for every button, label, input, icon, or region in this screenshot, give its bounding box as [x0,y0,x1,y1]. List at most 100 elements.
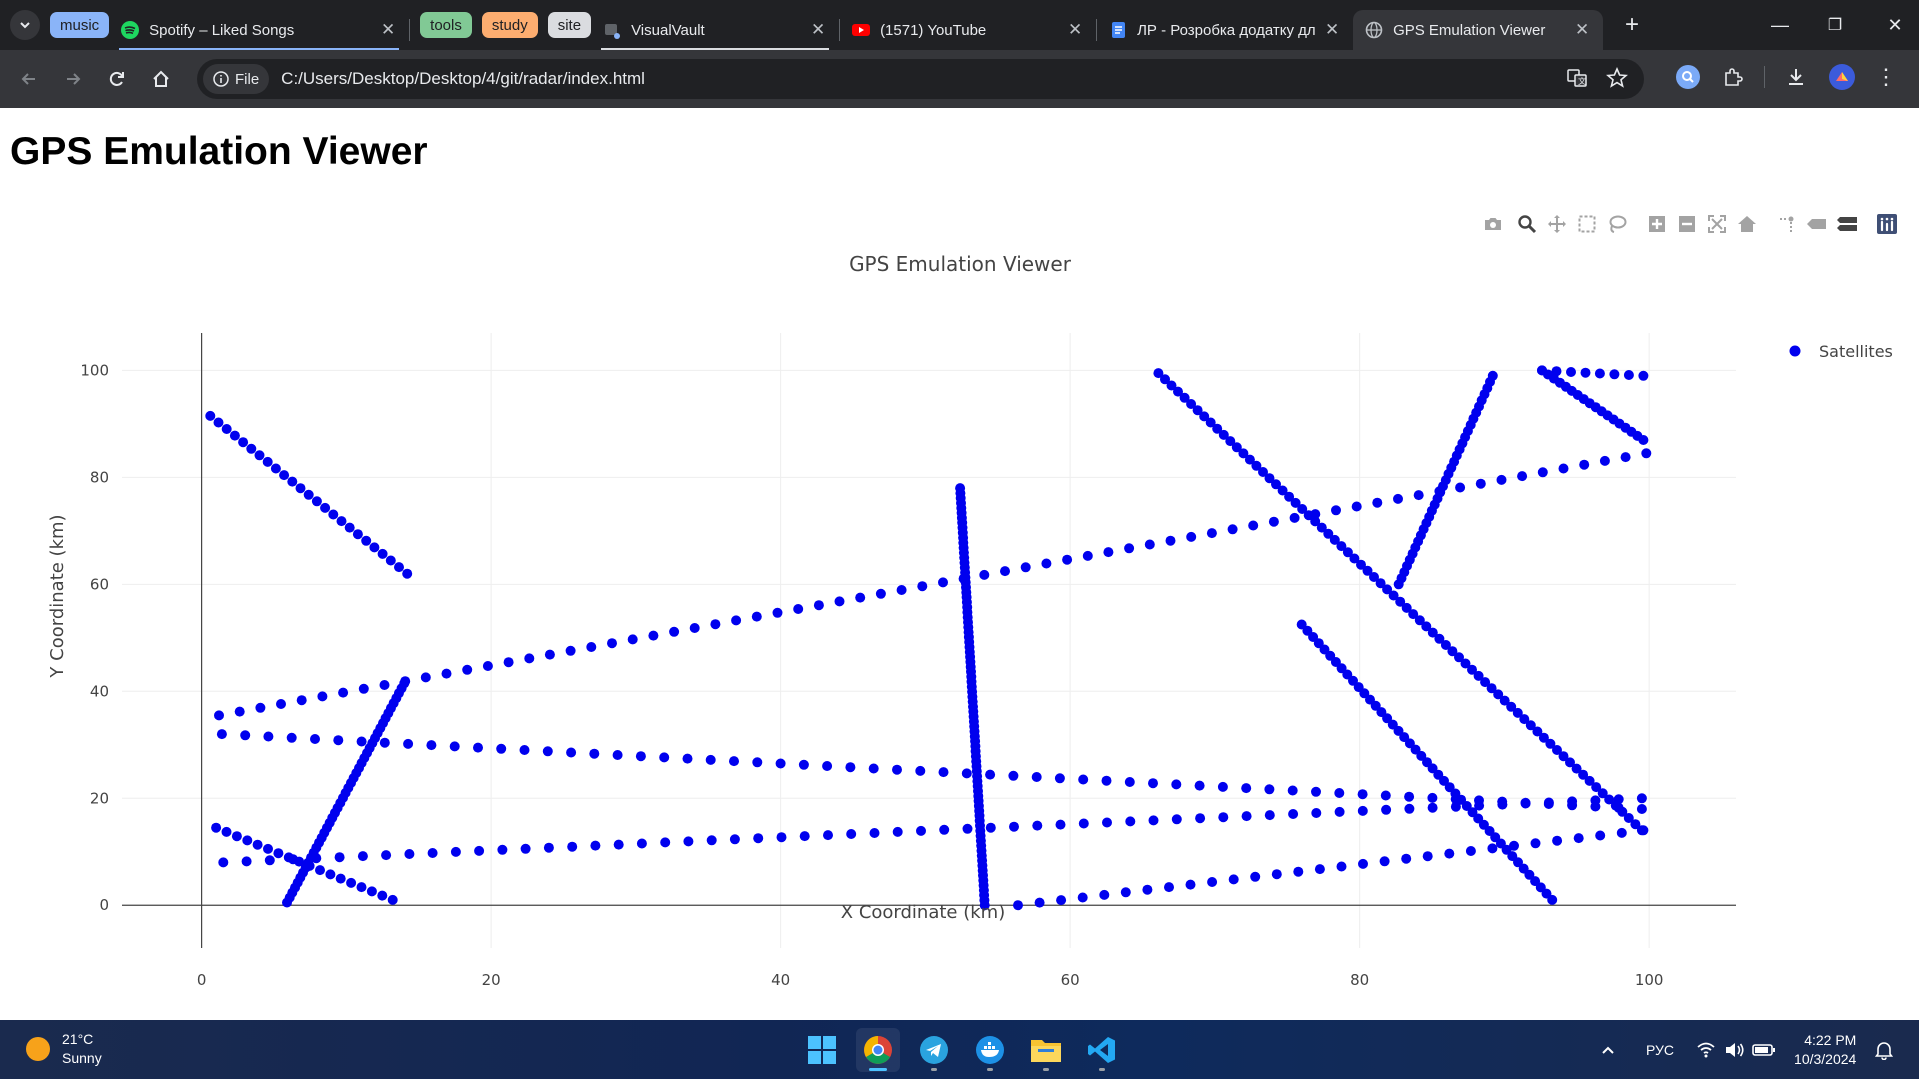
satellite-point[interactable] [729,756,739,767]
satellite-point[interactable] [221,424,232,434]
satellite-point[interactable] [254,450,265,461]
tab-group-study[interactable]: study [481,12,538,38]
satellite-point[interactable] [1517,471,1528,482]
satellite-point[interactable] [1054,773,1065,784]
satellite-point[interactable] [496,743,507,754]
satellite-point[interactable] [846,829,857,839]
satellite-point[interactable] [263,731,274,742]
satellite-point[interactable] [473,742,483,753]
satellite-point[interactable] [612,750,623,760]
satellite-point[interactable] [1120,887,1131,898]
satellite-point[interactable] [1124,777,1135,787]
satellite-point[interactable] [1558,463,1569,474]
satellite-point[interactable] [379,680,390,690]
satellite-point[interactable] [276,699,286,709]
satellite-point[interactable] [1580,367,1591,378]
tab-visualvault[interactable]: VisualVault ✕ [591,10,839,50]
satellite-point[interactable] [402,568,413,579]
satellite-point[interactable] [961,768,972,779]
satellite-point[interactable] [294,856,305,867]
satellite-point[interactable] [1288,809,1299,819]
satellite-point[interactable] [917,581,928,592]
scatter-chart[interactable]: 0 20 40 60 80 100 0 20 40 60 80 100 GPS Emulation V… [0,108,1919,1020]
satellite-point[interactable] [216,729,227,740]
satellite-point[interactable] [328,509,339,520]
satellite-point[interactable] [543,842,554,853]
satellite-point[interactable] [635,751,646,762]
satellite-point[interactable] [834,596,845,607]
battery-icon[interactable] [1752,1042,1776,1058]
satellite-point[interactable] [1638,370,1649,381]
satellite-point[interactable] [1537,467,1548,478]
satellite-point[interactable] [1207,877,1218,887]
satellite-point[interactable] [304,860,315,871]
satellite-point[interactable] [1218,812,1229,823]
satellite-point[interactable] [1171,814,1182,825]
satellite-point[interactable] [1444,848,1455,859]
satellite-point[interactable] [427,848,438,858]
satellite-point[interactable] [875,588,886,599]
satellite-point[interactable] [379,737,390,748]
satellite-point[interactable] [938,577,948,588]
extensions-puzzle-icon[interactable] [1722,66,1744,88]
satellite-point[interactable] [462,664,473,675]
satellite-point[interactable] [205,410,216,421]
satellite-point[interactable] [1056,895,1067,906]
back-button[interactable] [14,64,44,94]
satellite-point[interactable] [1422,851,1433,862]
tab-group-tools[interactable]: tools [420,12,472,38]
satellite-point[interactable] [387,894,398,905]
satellite-point[interactable] [420,672,431,683]
satellite-point[interactable] [706,835,717,846]
address-bar[interactable]: File C:/Users/Desktop/Desktop/4/git/rada… [197,59,1644,99]
satellite-point[interactable] [1248,520,1259,531]
satellite-point[interactable] [520,843,531,854]
satellite-point[interactable] [1293,866,1304,877]
satellite-point[interactable] [240,730,251,741]
satellite-point[interactable] [1148,815,1159,826]
satellite-point[interactable] [369,542,380,553]
satellite-point[interactable] [377,548,388,559]
satellite-point[interactable] [1250,871,1261,882]
satellite-point[interactable] [335,873,346,884]
satellite-point[interactable] [731,615,742,626]
satellite-point[interactable] [544,649,555,660]
satellite-point[interactable] [683,836,694,847]
satellite-point[interactable] [1217,781,1228,792]
satellite-point[interactable] [1427,802,1438,813]
satellite-point[interactable] [524,653,535,664]
satellite-point[interactable] [586,642,597,652]
lens-extension-icon[interactable] [1676,65,1700,89]
satellite-point[interactable] [566,747,577,758]
satellite-point[interactable] [1497,799,1508,810]
satellite-point[interactable] [497,844,508,855]
satellite-point[interactable] [1164,882,1174,893]
weather-widget[interactable]: 21°C Sunny [26,1030,102,1068]
satellite-point[interactable] [282,897,292,908]
satellite-point[interactable] [1404,803,1415,814]
satellite-point[interactable] [1358,858,1368,869]
satellite-point[interactable] [356,736,367,747]
satellite-point[interactable] [689,623,700,633]
satellite-point[interactable] [916,825,926,836]
translate-icon[interactable]: 文 [1566,67,1588,89]
satellite-point[interactable] [1008,770,1019,781]
satellite-point[interactable] [1331,505,1341,516]
satellite-point[interactable] [346,877,357,888]
satellite-point[interactable] [426,740,437,751]
satellite-point[interactable] [356,882,367,893]
close-window-icon[interactable]: ✕ [1870,15,1919,36]
close-tab-icon[interactable]: ✕ [809,20,827,40]
satellite-point[interactable] [333,735,344,746]
satellite-point[interactable] [1077,892,1088,903]
satellite-point[interactable] [403,738,414,749]
home-button[interactable] [146,64,176,94]
satellite-point[interactable] [1102,817,1112,828]
satellite-point[interactable] [1241,783,1252,794]
satellite-point[interactable] [1573,833,1584,844]
satellite-point[interactable] [229,430,240,441]
satellite-point[interactable] [1264,810,1275,821]
satellite-point[interactable] [450,846,461,857]
satellite-point[interactable] [1082,550,1093,561]
satellite-point[interactable] [1427,792,1438,803]
